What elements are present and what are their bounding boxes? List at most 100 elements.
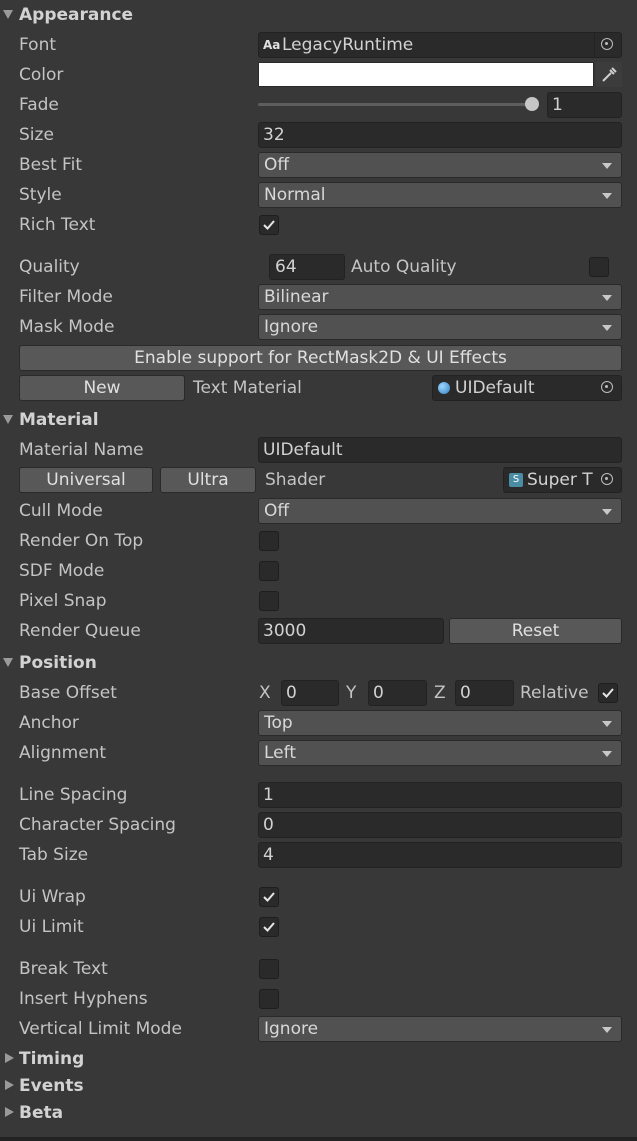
fade-slider-thumb[interactable] xyxy=(525,97,539,111)
section-title: Position xyxy=(19,653,97,673)
ultra-button[interactable]: Ultra xyxy=(160,467,256,493)
cull-mode-label: Cull Mode xyxy=(19,501,103,521)
shader-value: Super T xyxy=(527,470,593,490)
ui-wrap-checkbox[interactable] xyxy=(259,887,279,907)
shader-label: Shader xyxy=(265,470,326,490)
ui-limit-row: Ui Limit xyxy=(0,912,637,942)
section-title: Appearance xyxy=(19,5,134,25)
checkmark-icon xyxy=(602,688,614,698)
shader-icon: S xyxy=(509,473,523,487)
vertical-limit-mode-dropdown[interactable]: Ignore xyxy=(258,1016,622,1042)
section-header-timing[interactable]: Timing xyxy=(0,1045,637,1073)
ui-limit-checkbox[interactable] xyxy=(259,917,279,937)
material-name-label: Material Name xyxy=(19,440,144,460)
relative-checkbox[interactable] xyxy=(598,683,618,703)
character-spacing-row: Character Spacing 0 xyxy=(0,810,637,840)
offset-y-input[interactable]: 0 xyxy=(368,680,427,706)
font-object-field[interactable]: Aa LegacyRuntime xyxy=(258,32,622,58)
z-label: Z xyxy=(434,683,446,703)
dropdown-arrow-icon xyxy=(602,721,612,727)
new-material-button[interactable]: New xyxy=(19,375,185,401)
tab-size-input[interactable]: 4 xyxy=(258,842,622,868)
insert-hyphens-label: Insert Hyphens xyxy=(19,989,148,1009)
section-title: Material xyxy=(19,410,99,430)
text-material-object-field[interactable]: UIDefault xyxy=(432,375,622,401)
mask-mode-label: Mask Mode xyxy=(19,317,115,337)
section-header-position[interactable]: Position xyxy=(0,649,637,677)
universal-button[interactable]: Universal xyxy=(19,467,153,493)
dropdown-arrow-icon xyxy=(602,751,612,757)
reset-button[interactable]: Reset xyxy=(449,618,622,644)
color-label: Color xyxy=(19,65,64,85)
cull-mode-dropdown[interactable]: Off xyxy=(258,498,622,524)
render-on-top-checkbox[interactable] xyxy=(259,531,279,551)
line-spacing-input[interactable]: 1 xyxy=(258,782,622,808)
y-label: Y xyxy=(346,683,357,703)
text-material-row: New Text Material UIDefault xyxy=(0,373,637,403)
style-label: Style xyxy=(19,185,62,205)
section-header-events[interactable]: Events xyxy=(0,1072,637,1100)
render-queue-label: Render Queue xyxy=(19,621,141,641)
sdf-mode-checkbox[interactable] xyxy=(259,561,279,581)
chevron-down-icon xyxy=(3,658,13,667)
anchor-dropdown[interactable]: Top xyxy=(258,710,622,736)
quality-row: Quality 64 Auto Quality xyxy=(0,252,637,282)
checkmark-icon xyxy=(263,922,275,932)
best-fit-dropdown[interactable]: Off xyxy=(258,152,622,178)
section-header-material[interactable]: Material xyxy=(0,406,637,434)
rich-text-checkbox[interactable] xyxy=(259,215,279,235)
inspector-panel: Appearance Font Aa LegacyRuntime Color F… xyxy=(0,0,637,1141)
x-label: X xyxy=(259,683,271,703)
character-spacing-label: Character Spacing xyxy=(19,815,176,835)
offset-x-input[interactable]: 0 xyxy=(281,680,339,706)
enable-support-button[interactable]: Enable support for RectMask2D & UI Effec… xyxy=(19,345,622,371)
text-material-value: UIDefault xyxy=(455,378,535,398)
fade-slider-track[interactable] xyxy=(258,103,533,106)
insert-hyphens-checkbox[interactable] xyxy=(259,989,279,1009)
section-title: Timing xyxy=(19,1049,85,1069)
quality-input[interactable]: 64 xyxy=(269,254,345,280)
dropdown-arrow-icon xyxy=(602,509,612,515)
vertical-limit-mode-value: Ignore xyxy=(264,1019,319,1039)
anchor-label: Anchor xyxy=(19,713,79,733)
base-offset-label: Base Offset xyxy=(19,683,117,703)
render-queue-row: Render Queue 3000 Reset xyxy=(0,616,637,646)
object-picker-icon[interactable] xyxy=(595,376,621,400)
object-picker-icon[interactable] xyxy=(595,468,621,492)
color-swatch[interactable] xyxy=(258,62,594,87)
break-text-checkbox[interactable] xyxy=(259,959,279,979)
panel-bottom-border xyxy=(0,1137,637,1141)
tab-size-label: Tab Size xyxy=(19,845,89,865)
render-queue-input[interactable]: 3000 xyxy=(258,618,444,644)
line-spacing-row: Line Spacing 1 xyxy=(0,780,637,810)
style-dropdown[interactable]: Normal xyxy=(258,182,622,208)
fade-input[interactable]: 1 xyxy=(547,92,622,118)
ui-wrap-label: Ui Wrap xyxy=(19,887,86,907)
size-input[interactable]: 32 xyxy=(258,122,622,148)
font-row: Font Aa LegacyRuntime xyxy=(0,30,637,60)
section-header-beta[interactable]: Beta xyxy=(0,1099,637,1127)
pixel-snap-checkbox[interactable] xyxy=(259,591,279,611)
pixel-snap-row: Pixel Snap xyxy=(0,586,637,616)
auto-quality-checkbox[interactable] xyxy=(589,257,609,277)
vertical-limit-mode-row: Vertical Limit Mode Ignore xyxy=(0,1014,637,1044)
mask-mode-dropdown[interactable]: Ignore xyxy=(258,314,622,340)
object-picker-icon[interactable] xyxy=(594,33,621,57)
character-spacing-input[interactable]: 0 xyxy=(258,812,622,838)
filter-mode-dropdown[interactable]: Bilinear xyxy=(258,284,622,310)
anchor-row: Anchor Top xyxy=(0,708,637,738)
offset-z-input[interactable]: 0 xyxy=(455,680,514,706)
font-value: LegacyRuntime xyxy=(282,35,414,55)
style-value: Normal xyxy=(264,185,326,205)
filter-mode-label: Filter Mode xyxy=(19,287,113,307)
material-name-input[interactable]: UIDefault xyxy=(258,437,622,463)
eyedropper-icon[interactable] xyxy=(596,62,622,87)
sdf-mode-row: SDF Mode xyxy=(0,556,637,586)
section-header-appearance[interactable]: Appearance xyxy=(0,1,637,29)
shader-object-field[interactable]: S Super T xyxy=(503,467,622,493)
material-name-row: Material Name UIDefault xyxy=(0,435,637,465)
ui-limit-label: Ui Limit xyxy=(19,917,84,937)
alignment-dropdown[interactable]: Left xyxy=(258,740,622,766)
mask-mode-row: Mask Mode Ignore xyxy=(0,312,637,342)
break-text-label: Break Text xyxy=(19,959,108,979)
